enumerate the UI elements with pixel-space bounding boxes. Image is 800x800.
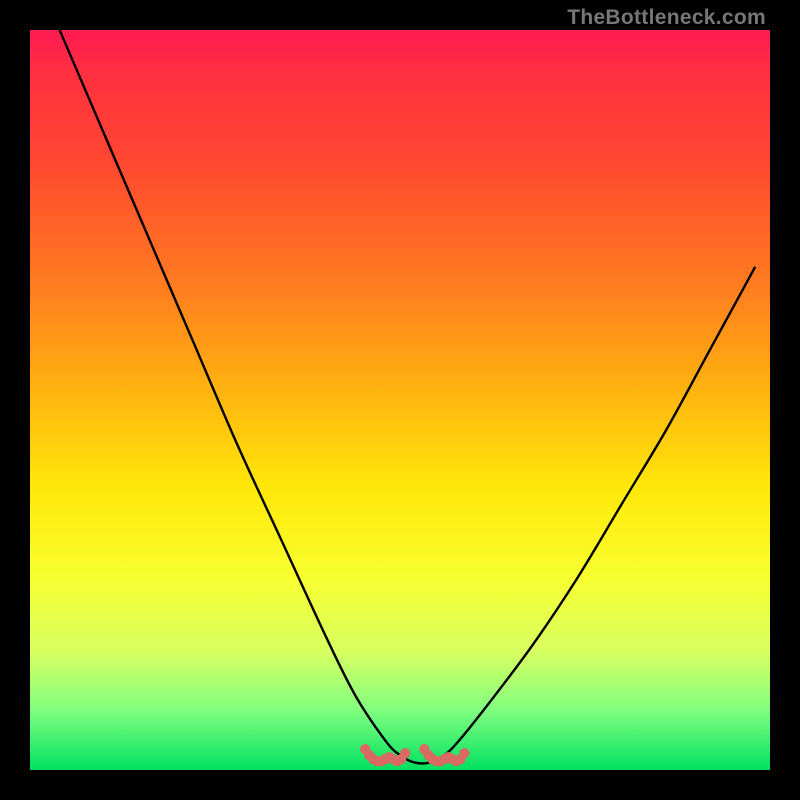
curve-layer	[30, 30, 770, 770]
bottleneck-curve	[60, 30, 756, 764]
cluster-left	[360, 744, 410, 766]
plot-area	[30, 30, 770, 770]
watermark-text: TheBottleneck.com	[567, 6, 766, 30]
chart-frame: TheBottleneck.com	[0, 0, 800, 800]
